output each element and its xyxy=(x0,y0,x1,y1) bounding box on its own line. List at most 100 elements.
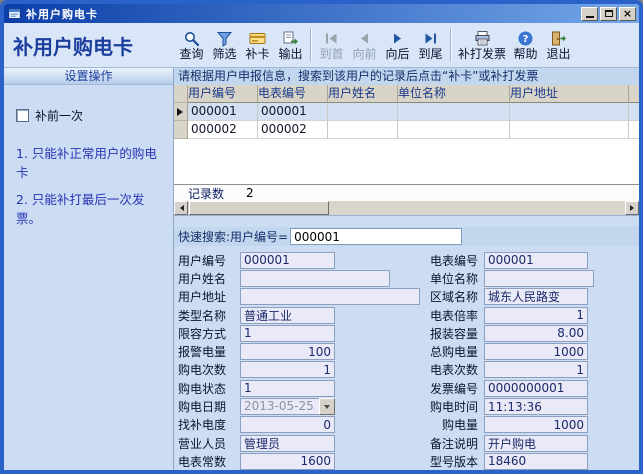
form-row-purchase-count: 购电次数 xyxy=(178,361,420,379)
checkbox-box[interactable] xyxy=(16,109,29,122)
go-next-icon xyxy=(389,30,406,47)
toolbar-button-query[interactable]: 查询 xyxy=(175,24,208,66)
filter-icon xyxy=(216,30,233,47)
form-row-meter-count: 电表次数 xyxy=(430,361,594,379)
form-row-type-name: 类型名称 xyxy=(178,306,420,324)
toolbar-button-go-last[interactable]: 到尾 xyxy=(414,24,447,66)
field-input-operator[interactable] xyxy=(240,435,335,452)
main-panel: 请根据用户申报信息，搜索到该用户的记录后点击“补卡”或补打发票 用户编号电表编号… xyxy=(174,68,639,470)
field-input-capacity-mode[interactable] xyxy=(240,325,335,342)
field-input-model-version[interactable] xyxy=(484,453,588,470)
field-purchase-date-dropdown[interactable]: 2013-05-25 xyxy=(240,398,335,415)
field-input-region-name[interactable] xyxy=(484,288,588,305)
field-input-alarm-energy[interactable] xyxy=(240,343,335,360)
form-row-installed-capacity: 报装容量 xyxy=(430,324,594,342)
toolbar-button-go-next[interactable]: 向后 xyxy=(381,24,414,66)
field-input-remark[interactable] xyxy=(484,435,588,452)
scroll-left-icon xyxy=(177,205,184,211)
toolbar-button-filter[interactable]: 筛选 xyxy=(208,24,241,66)
field-input-meter-ratio[interactable] xyxy=(484,307,588,324)
toolbar-button-export[interactable]: 输出 xyxy=(274,24,307,66)
field-input-meter-code[interactable] xyxy=(484,252,588,269)
record-count-row: 记录数 2 xyxy=(174,184,639,201)
form-row-meter-ratio: 电表倍率 xyxy=(430,306,594,324)
titlebar[interactable]: 补用户购电卡 × xyxy=(4,4,639,23)
column-header-2: 用户姓名 xyxy=(328,85,398,103)
field-input-purchase-count[interactable] xyxy=(240,361,335,378)
close-icon: × xyxy=(623,9,632,19)
grid-row-0[interactable]: 000001000001 xyxy=(174,103,639,121)
field-input-type-name[interactable] xyxy=(240,307,335,324)
field-input-meter-constant[interactable] xyxy=(240,453,335,470)
scroll-right-button[interactable] xyxy=(625,201,639,215)
field-input-invoice-number[interactable] xyxy=(484,380,588,397)
grid-cell-0-2 xyxy=(328,103,398,121)
scroll-right-icon xyxy=(630,205,637,211)
field-label-capacity-mode: 限容方式 xyxy=(178,325,234,342)
form-row-purchase-status: 购电状态 xyxy=(178,379,420,397)
query-icon xyxy=(183,30,200,47)
field-input-adjust-energy[interactable] xyxy=(240,416,335,433)
field-label-user-code: 用户编号 xyxy=(178,252,234,269)
svg-text:?: ? xyxy=(523,34,529,45)
maximize-button[interactable] xyxy=(600,7,617,21)
field-label-purchase-energy: 购电量 xyxy=(430,416,478,433)
field-input-meter-count[interactable] xyxy=(484,361,588,378)
detail-form: 用户编号用户姓名用户地址类型名称限容方式报警电量购电次数购电状态购电日期2013… xyxy=(174,246,639,470)
help-icon: ? xyxy=(517,30,534,47)
field-input-user-address[interactable] xyxy=(240,288,420,305)
field-input-unit-name[interactable] xyxy=(484,270,594,287)
app-window: 补用户购电卡 × 补用户购电卡 查询筛选补卡输出到首向前向后到尾补打发票?帮助退… xyxy=(0,0,643,474)
toolbar-button-exit[interactable]: 退出 xyxy=(542,24,575,66)
column-header-extra xyxy=(629,85,639,103)
grid-cell-extra xyxy=(629,103,639,121)
field-label-meter-constant: 电表常数 xyxy=(178,453,234,470)
go-last-icon xyxy=(422,30,439,47)
scroll-track[interactable] xyxy=(329,201,625,215)
export-icon xyxy=(282,30,299,47)
toolbar: 查询筛选补卡输出到首向前向后到尾补打发票?帮助退出 xyxy=(174,23,639,67)
field-input-user-name[interactable] xyxy=(240,270,390,287)
form-row-total-energy: 总购电量 xyxy=(430,342,594,360)
form-row-purchase-date: 购电日期2013-05-25 xyxy=(178,397,420,415)
current-row-marker xyxy=(177,108,183,116)
field-input-user-code[interactable] xyxy=(240,252,335,269)
grid-cell-1-4 xyxy=(510,121,629,139)
form-row-operator: 营业人员 xyxy=(178,434,420,452)
sidebar-header: 设置操作 xyxy=(4,68,173,85)
close-button[interactable]: × xyxy=(619,7,636,21)
grid-cell-1-0: 000002 xyxy=(188,121,258,139)
form-row-user-name: 用户姓名 xyxy=(178,269,420,287)
scroll-thumb[interactable] xyxy=(189,201,329,215)
minimize-button[interactable] xyxy=(581,7,598,21)
field-label-purchase-status: 购电状态 xyxy=(178,380,234,397)
quick-search-input[interactable] xyxy=(290,228,462,245)
field-input-purchase-status[interactable] xyxy=(240,380,335,397)
form-right-column: 电表编号单位名称区域名称电表倍率报装容量总购电量电表次数发票编号购电时间购电量备… xyxy=(430,251,594,471)
window-title: 补用户购电卡 xyxy=(26,6,579,22)
field-input-total-energy[interactable] xyxy=(484,343,588,360)
field-label-alarm-energy: 报警电量 xyxy=(178,343,234,360)
field-label-purchase-time: 购电时间 xyxy=(430,398,478,415)
toolbar-button-reissue-card[interactable]: 补卡 xyxy=(241,24,274,66)
app-icon xyxy=(8,7,21,20)
toolbar-button-help[interactable]: ?帮助 xyxy=(509,24,542,66)
field-input-purchase-time[interactable] xyxy=(484,398,588,415)
grid-cell-0-1: 000001 xyxy=(258,103,328,121)
form-row-user-address: 用户地址 xyxy=(178,288,420,306)
scroll-left-button[interactable] xyxy=(174,201,188,215)
field-input-purchase-energy[interactable] xyxy=(484,416,588,433)
field-input-installed-capacity[interactable] xyxy=(484,325,588,342)
toolbar-button-reprint-invoice[interactable]: 补打发票 xyxy=(455,24,509,66)
field-purchase-date-value: 2013-05-25 xyxy=(240,398,319,415)
reissue-previous-checkbox-row[interactable]: 补前一次 xyxy=(16,107,173,124)
grid-horizontal-scrollbar[interactable] xyxy=(174,201,639,215)
grid-filler xyxy=(174,139,639,184)
chevron-down-icon[interactable] xyxy=(319,398,335,415)
header-band: 补用户购电卡 查询筛选补卡输出到首向前向后到尾补打发票?帮助退出 xyxy=(4,23,639,68)
go-first-icon xyxy=(323,30,340,47)
grid-row-1[interactable]: 000002000002 xyxy=(174,121,639,139)
form-row-unit-name: 单位名称 xyxy=(430,269,594,287)
form-row-purchase-time: 购电时间 xyxy=(430,397,594,415)
grid-cell-0-3 xyxy=(398,103,510,121)
